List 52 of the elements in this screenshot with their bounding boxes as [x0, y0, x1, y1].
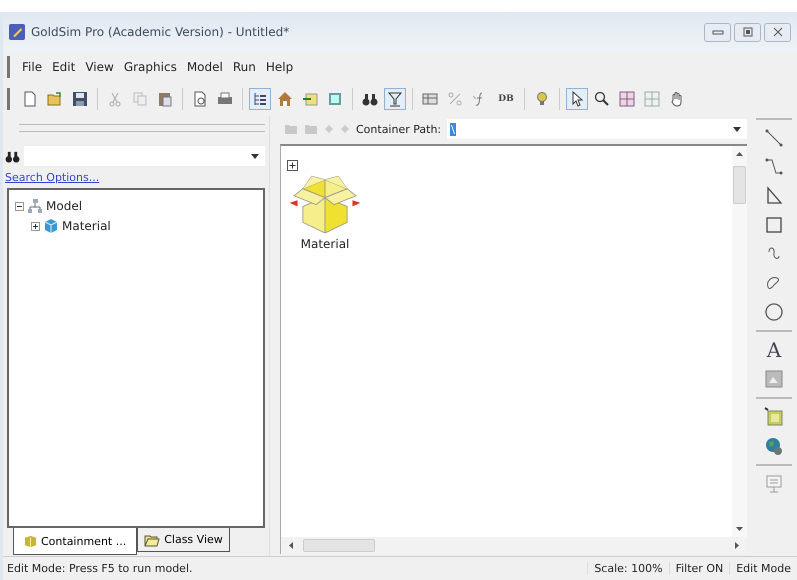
expander-icon[interactable]	[15, 202, 24, 210]
menu-item[interactable]: File	[18, 58, 46, 76]
tree-icon[interactable]	[249, 88, 271, 110]
status-pane: Scale: 100%	[587, 562, 669, 575]
container-path-label: Container Path:	[356, 122, 442, 136]
status-pane: Edit Mode	[729, 562, 797, 575]
app-icon	[9, 24, 25, 40]
menu-item[interactable]: Edit	[48, 58, 80, 76]
menu-item[interactable]: Graphics	[120, 58, 181, 76]
menu-item[interactable]: Run	[228, 58, 260, 76]
horizontal-scrollbar[interactable]	[281, 537, 747, 554]
pointer-icon[interactable]	[566, 88, 588, 110]
binoculars-icon	[5, 150, 20, 162]
status-pane: Filter ON	[668, 562, 730, 575]
status-message: Edit Mode: Press F5 to run model.	[6, 562, 194, 575]
database-button[interactable]: DB	[494, 88, 518, 110]
box-icon	[43, 218, 59, 234]
scrollbar-thumb[interactable]	[733, 166, 746, 204]
menu-item[interactable]: Model	[182, 58, 227, 76]
folder-icon	[144, 532, 160, 546]
scroll-left-icon[interactable]	[289, 542, 293, 549]
menu-item[interactable]: View	[81, 58, 118, 76]
search-options-link[interactable]: Search Options...	[5, 171, 100, 184]
filter-icon[interactable]	[384, 88, 406, 110]
search-field[interactable]	[24, 146, 265, 166]
container-path-field[interactable]: \	[447, 119, 747, 139]
menu-item[interactable]: Help	[262, 58, 298, 76]
tree-item[interactable]: Model	[46, 199, 82, 213]
window-title: GoldSim Pro (Academic Version) - Untitled*	[31, 25, 290, 39]
expand-icon[interactable]	[287, 160, 298, 171]
dropdown-icon[interactable]	[733, 126, 741, 132]
expander-icon[interactable]	[31, 222, 40, 230]
splitter-handle[interactable]	[19, 124, 265, 132]
panel-tab[interactable]: Class View	[137, 528, 230, 552]
close-button[interactable]	[764, 22, 791, 42]
scroll-up-icon[interactable]	[736, 152, 743, 156]
minimize-button[interactable]	[704, 22, 731, 42]
network-icon	[27, 198, 43, 214]
scrollbar-thumb[interactable]	[303, 539, 375, 552]
maximize-icon	[742, 27, 754, 37]
text-tool-button[interactable]: A	[761, 337, 787, 363]
maximize-button[interactable]	[734, 22, 761, 42]
panel-tab[interactable]: Containment ...	[13, 528, 138, 555]
element-label: Material	[300, 237, 350, 251]
vertical-scrollbar[interactable]	[732, 146, 747, 537]
scroll-right-icon[interactable]	[735, 542, 739, 549]
minimize-icon	[712, 28, 724, 36]
close-icon	[772, 27, 784, 37]
dropdown-icon[interactable]	[251, 154, 259, 158]
box-icon	[24, 534, 37, 548]
tree-item[interactable]: Material	[62, 219, 111, 233]
scroll-down-icon[interactable]	[736, 527, 743, 531]
